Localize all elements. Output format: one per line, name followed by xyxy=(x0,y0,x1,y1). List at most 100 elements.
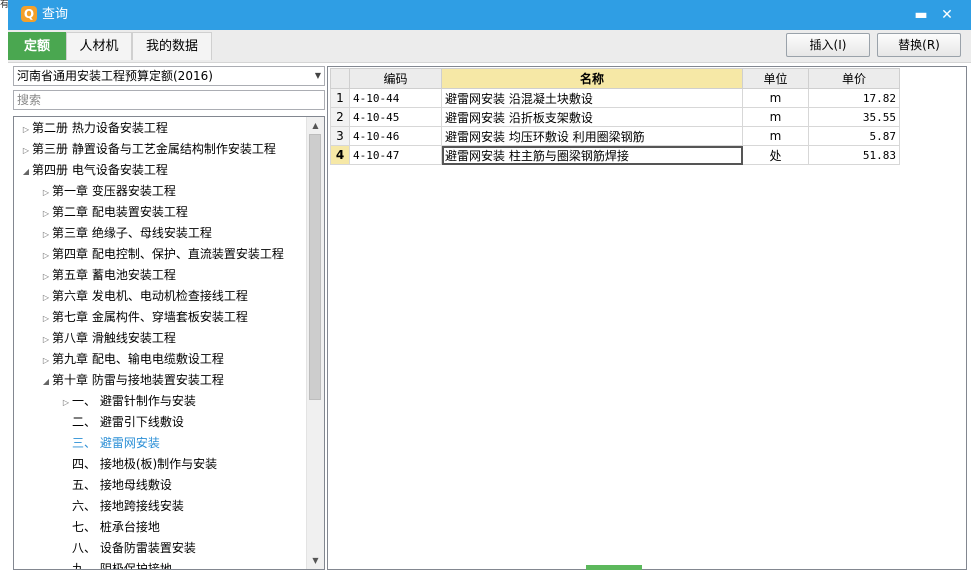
tree-item-label: 第一章 变压器安装工程 xyxy=(52,184,176,198)
row-number: 2 xyxy=(330,107,350,127)
expand-icon[interactable]: ▷ xyxy=(40,266,52,287)
window-title: 查询 xyxy=(42,7,69,22)
table-row[interactable]: 3 4-10-46 避雷网安装 均压环敷设 利用圈梁钢筋 m 5.87 xyxy=(330,126,900,146)
cell-price[interactable]: 5.87 xyxy=(808,126,900,146)
cell-unit[interactable]: m xyxy=(742,107,809,127)
tree-item[interactable]: 五、 接地母线敷设 xyxy=(60,475,172,496)
tree-item-label: 第九章 配电、输电电缆敷设工程 xyxy=(52,352,224,366)
tree-item-label: 九、 阴极保护接地 xyxy=(72,562,172,570)
left-panel: 河南省通用安装工程预算定额(2016) ▼ ▷第二册 热力设备安装工程 ▷第三册… xyxy=(13,66,325,570)
tab-labor-materials-machines[interactable]: 人材机 xyxy=(66,32,132,60)
expand-icon[interactable]: ▷ xyxy=(60,392,72,413)
tree-item[interactable]: ▷ 第二册 热力设备安装工程 xyxy=(20,118,168,139)
cell-price[interactable]: 35.55 xyxy=(808,107,900,127)
scroll-up-icon[interactable]: ▲ xyxy=(307,117,324,134)
cell-name[interactable]: 避雷网安装 均压环敷设 利用圈梁钢筋 xyxy=(441,126,743,146)
collapse-icon[interactable]: ◢ xyxy=(20,161,32,182)
cell-code[interactable]: 4-10-47 xyxy=(349,145,442,165)
expand-icon[interactable]: ▷ xyxy=(40,287,52,308)
column-header-name[interactable]: 名称 xyxy=(441,68,743,89)
results-panel: 编码 名称 单位 单价 1 4-10-44 避雷网安装 沿混凝土块敷设 m 17… xyxy=(327,66,967,570)
expand-icon[interactable]: ▷ xyxy=(40,182,52,203)
library-dropdown-value: 河南省通用安装工程预算定额(2016) xyxy=(17,69,213,83)
close-button[interactable]: ✕ xyxy=(937,5,957,25)
scrollbar-thumb[interactable] xyxy=(309,134,321,400)
expand-icon[interactable]: ▷ xyxy=(40,329,52,350)
chapter-tree: ▷ 第二册 热力设备安装工程 ▷ 第三册 静置设备与工艺金属结构制作安装工程 ◢ 第四… xyxy=(13,116,325,570)
tree-item[interactable]: ▷ 第九章 配电、输电电缆敷设工程 xyxy=(40,349,224,370)
expand-icon[interactable]: ▷ xyxy=(20,140,32,161)
column-header-price[interactable]: 单价 xyxy=(808,68,900,89)
tree-item[interactable]: ▷ 第二章 配电装置安装工程 xyxy=(40,202,188,223)
tree-item-label: 第三册 静置设备与工艺金属结构制作安装工程 xyxy=(32,142,276,156)
tree-item[interactable]: ▷ 第五章 蓄电池安装工程 xyxy=(40,265,176,286)
tree-item[interactable]: ▷ 第三册 静置设备与工艺金属结构制作安装工程 xyxy=(20,139,276,160)
expand-icon[interactable]: ▷ xyxy=(40,245,52,266)
tree-item-label: 七、 桩承台接地 xyxy=(72,520,160,534)
library-dropdown[interactable]: 河南省通用安装工程预算定额(2016) ▼ xyxy=(13,66,325,86)
tree-item[interactable]: ▷ 第六章 发电机、电动机检查接线工程 xyxy=(40,286,248,307)
tree-item[interactable]: ▷ 第八章 滑触线安装工程 xyxy=(40,328,176,349)
table-row[interactable]: 2 4-10-45 避雷网安装 沿折板支架敷设 m 35.55 xyxy=(330,107,900,127)
tree-item-label: 六、 接地跨接线安装 xyxy=(72,499,184,513)
cell-name[interactable]: 避雷网安装 沿折板支架敷设 xyxy=(441,107,743,127)
cell-code[interactable]: 4-10-46 xyxy=(349,126,442,146)
panel-splitter-handle[interactable] xyxy=(586,565,642,570)
tree-item-label: 第七章 金属构件、穿墙套板安装工程 xyxy=(52,310,248,324)
tree-item[interactable]: ▷ 一、 避雷针制作与安装 xyxy=(60,391,196,412)
tree-item[interactable]: ▷ 第四章 配电控制、保护、直流装置安装工程 xyxy=(40,244,284,265)
row-number: 3 xyxy=(330,126,350,146)
cell-code[interactable]: 4-10-44 xyxy=(349,88,442,108)
expand-icon[interactable]: ▷ xyxy=(40,308,52,329)
tree-scrollbar[interactable]: ▲ ▼ xyxy=(306,117,324,569)
column-header-unit[interactable]: 单位 xyxy=(742,68,809,89)
tree-item-label: 第三章 绝缘子、母线安装工程 xyxy=(52,226,212,240)
tree-item-label: 第六章 发电机、电动机检查接线工程 xyxy=(52,289,248,303)
chevron-down-icon: ▼ xyxy=(314,71,321,80)
cell-unit[interactable]: m xyxy=(742,126,809,146)
expand-icon[interactable]: ▷ xyxy=(40,224,52,245)
tree-item-label: 第五章 蓄电池安装工程 xyxy=(52,268,176,282)
minimize-button[interactable]: ▬ xyxy=(911,5,931,25)
expand-icon[interactable]: ▷ xyxy=(40,350,52,371)
insert-button[interactable]: 插入(I) xyxy=(786,33,870,57)
tree-item[interactable]: 六、 接地跨接线安装 xyxy=(60,496,184,517)
tree-item[interactable]: 四、 接地极(板)制作与安装 xyxy=(60,454,217,475)
expand-icon[interactable]: ▷ xyxy=(40,203,52,224)
tree-item[interactable]: ▷ 第七章 金属构件、穿墙套板安装工程 xyxy=(40,307,248,328)
tree-item-label: 第二章 配电装置安装工程 xyxy=(52,205,188,219)
tree-item[interactable]: ◢ 第十章 防雷与接地装置安装工程 xyxy=(40,370,224,391)
scroll-down-icon[interactable]: ▼ xyxy=(307,552,324,569)
cell-price[interactable]: 17.82 xyxy=(808,88,900,108)
collapse-icon[interactable]: ◢ xyxy=(40,371,52,392)
expand-icon[interactable]: ▷ xyxy=(20,119,32,140)
tab-my-data[interactable]: 我的数据 xyxy=(132,32,212,60)
tree-item-label: 第十章 防雷与接地装置安装工程 xyxy=(52,373,224,387)
cell-unit[interactable]: 处 xyxy=(742,145,809,165)
search-input[interactable] xyxy=(13,90,325,110)
table-row[interactable]: 1 4-10-44 避雷网安装 沿混凝土块敷设 m 17.82 xyxy=(330,88,900,108)
replace-button[interactable]: 替换(R) xyxy=(877,33,961,57)
cell-code[interactable]: 4-10-45 xyxy=(349,107,442,127)
tree-item[interactable]: ◢ 第四册 电气设备安装工程 xyxy=(20,160,168,181)
cell-name-focused[interactable]: 避雷网安装 柱主筋与圈梁钢筋焊接 xyxy=(441,145,743,165)
tree-item-label: 第八章 滑触线安装工程 xyxy=(52,331,176,345)
tree-item[interactable]: ▷ 第一章 变压器安装工程 xyxy=(40,181,176,202)
column-header-code[interactable]: 编码 xyxy=(349,68,442,89)
tree-item[interactable]: 八、 设备防雷装置安装 xyxy=(60,538,196,559)
cell-unit[interactable]: m xyxy=(742,88,809,108)
table-row-active[interactable]: 4 4-10-47 避雷网安装 柱主筋与圈梁钢筋焊接 处 51.83 xyxy=(330,145,900,165)
tree-item[interactable]: 九、 阴极保护接地 xyxy=(60,559,172,570)
tree-item-selected[interactable]: 三、 避雷网安装 xyxy=(60,433,160,454)
cell-name[interactable]: 避雷网安装 沿混凝土块敷设 xyxy=(441,88,743,108)
row-number-header xyxy=(330,68,350,89)
tree-item[interactable]: ▷ 第三章 绝缘子、母线安装工程 xyxy=(40,223,212,244)
tree-item[interactable]: 七、 桩承台接地 xyxy=(60,517,160,538)
app-icon: Q xyxy=(21,6,37,22)
tree-item-label: 三、 避雷网安装 xyxy=(72,436,160,450)
cell-price[interactable]: 51.83 xyxy=(808,145,900,165)
tree-item-label: 一、 避雷针制作与安装 xyxy=(72,394,196,408)
tree-item[interactable]: 二、 避雷引下线敷设 xyxy=(60,412,184,433)
tab-quota[interactable]: 定额 xyxy=(8,32,66,60)
tree-item-label: 第二册 热力设备安装工程 xyxy=(32,121,168,135)
